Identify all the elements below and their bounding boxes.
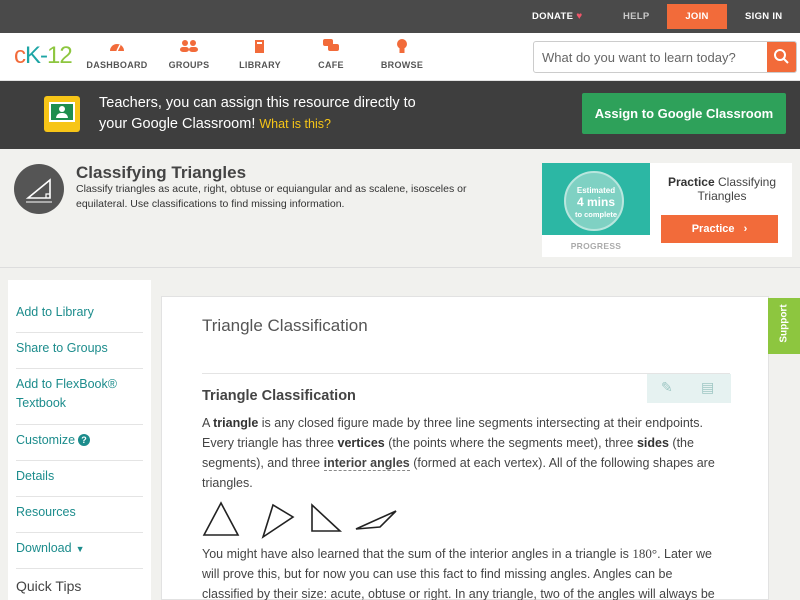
triangle-equilateral	[202, 501, 240, 536]
paragraph-triangle-definition: A triangle is any closed figure made by …	[202, 416, 715, 490]
triangle-right	[311, 503, 343, 532]
search-button[interactable]	[767, 42, 796, 72]
book-icon	[225, 39, 295, 57]
join-button[interactable]: JOIN	[667, 4, 727, 29]
sidebar-customize[interactable]: Customize?	[16, 431, 143, 461]
main-nav: cK-12 DASHBOARD GROUPS LIBRARY CAFE BROW…	[0, 33, 800, 81]
search-input[interactable]	[534, 42, 768, 72]
triangle-acute	[261, 503, 295, 539]
chat-icon	[296, 39, 366, 57]
triangle-concept-icon	[14, 164, 64, 214]
triangle-obtuse	[355, 510, 397, 530]
support-tab[interactable]: Support	[768, 298, 800, 354]
heart-icon: ♥	[576, 11, 583, 22]
nav-groups[interactable]: GROUPS	[154, 39, 224, 70]
practice-title: Practice Classifying Triangles	[667, 175, 777, 203]
practice-progress-graphic: Estimated 4 mins to complete	[542, 163, 650, 235]
gauge-icon	[82, 39, 152, 57]
nav-cafe[interactable]: CAFE	[296, 39, 366, 70]
section-heading: Triangle Classification	[202, 388, 356, 404]
banner-text: Teachers, you can assign this resource d…	[99, 95, 416, 132]
sidebar-download[interactable]: Download ▼	[16, 539, 143, 569]
help-link[interactable]: HELP	[623, 0, 650, 33]
people-icon	[154, 39, 224, 57]
assign-google-classroom-button[interactable]: Assign to Google Classroom	[582, 93, 786, 134]
estimate-badge: Estimated 4 mins to complete	[564, 171, 624, 231]
lesson-content: Triangle Classification ✎ ▤ Triangle Cla…	[161, 296, 769, 600]
ck12-logo[interactable]: cK-12	[14, 42, 73, 70]
paragraph-angle-sum: You might have also learned that the sum…	[202, 546, 715, 600]
section-divider	[0, 267, 800, 268]
lightbulb-icon	[367, 39, 437, 57]
sidebar-add-to-library[interactable]: Add to Library	[16, 303, 143, 333]
caret-down-icon: ▼	[75, 544, 85, 554]
lesson-title: Triangle Classification	[202, 316, 368, 335]
sidebar: Add to Library Share to Groups Add to Fl…	[8, 280, 151, 600]
google-classroom-icon	[44, 96, 80, 132]
help-icon[interactable]: ?	[78, 434, 91, 446]
donate-link[interactable]: DONATE ♥	[532, 0, 582, 33]
search-icon	[774, 49, 789, 64]
search-box	[533, 41, 797, 73]
nav-library[interactable]: LIBRARY	[225, 39, 295, 70]
pencil-icon[interactable]: ✎	[661, 379, 673, 396]
what-is-this-link[interactable]: What is this?	[259, 117, 331, 131]
interior-angles-term[interactable]: interior angles	[323, 456, 410, 471]
nav-browse[interactable]: BROWSE	[367, 39, 437, 70]
practice-button[interactable]: Practice ›	[661, 215, 778, 243]
sidebar-details[interactable]: Details	[16, 467, 143, 497]
sign-in-link[interactable]: SIGN IN	[745, 0, 782, 33]
annotation-toolbar: ✎ ▤	[647, 374, 731, 403]
quick-tips-heading: Quick Tips	[16, 578, 82, 594]
concept-title: Classifying Triangles	[76, 163, 247, 182]
nav-dashboard[interactable]: DASHBOARD	[82, 39, 152, 70]
concept-description: Classify triangles as acute, right, obtu…	[76, 183, 467, 210]
top-bar: DONATE ♥ HELP JOIN SIGN IN	[0, 0, 800, 33]
progress-label: PROGRESS	[570, 241, 622, 251]
sidebar-share-to-groups[interactable]: Share to Groups	[16, 339, 143, 369]
chevron-right-icon: ›	[743, 223, 748, 235]
notes-icon[interactable]: ▤	[701, 379, 714, 396]
practice-card: Estimated 4 mins to complete PROGRESS Pr…	[542, 163, 792, 257]
triangle-examples	[202, 501, 397, 539]
google-classroom-banner: Teachers, you can assign this resource d…	[0, 81, 800, 149]
sidebar-add-to-flexbook[interactable]: Add to FlexBook® Textbook	[16, 375, 143, 425]
sidebar-resources[interactable]: Resources	[16, 503, 143, 533]
